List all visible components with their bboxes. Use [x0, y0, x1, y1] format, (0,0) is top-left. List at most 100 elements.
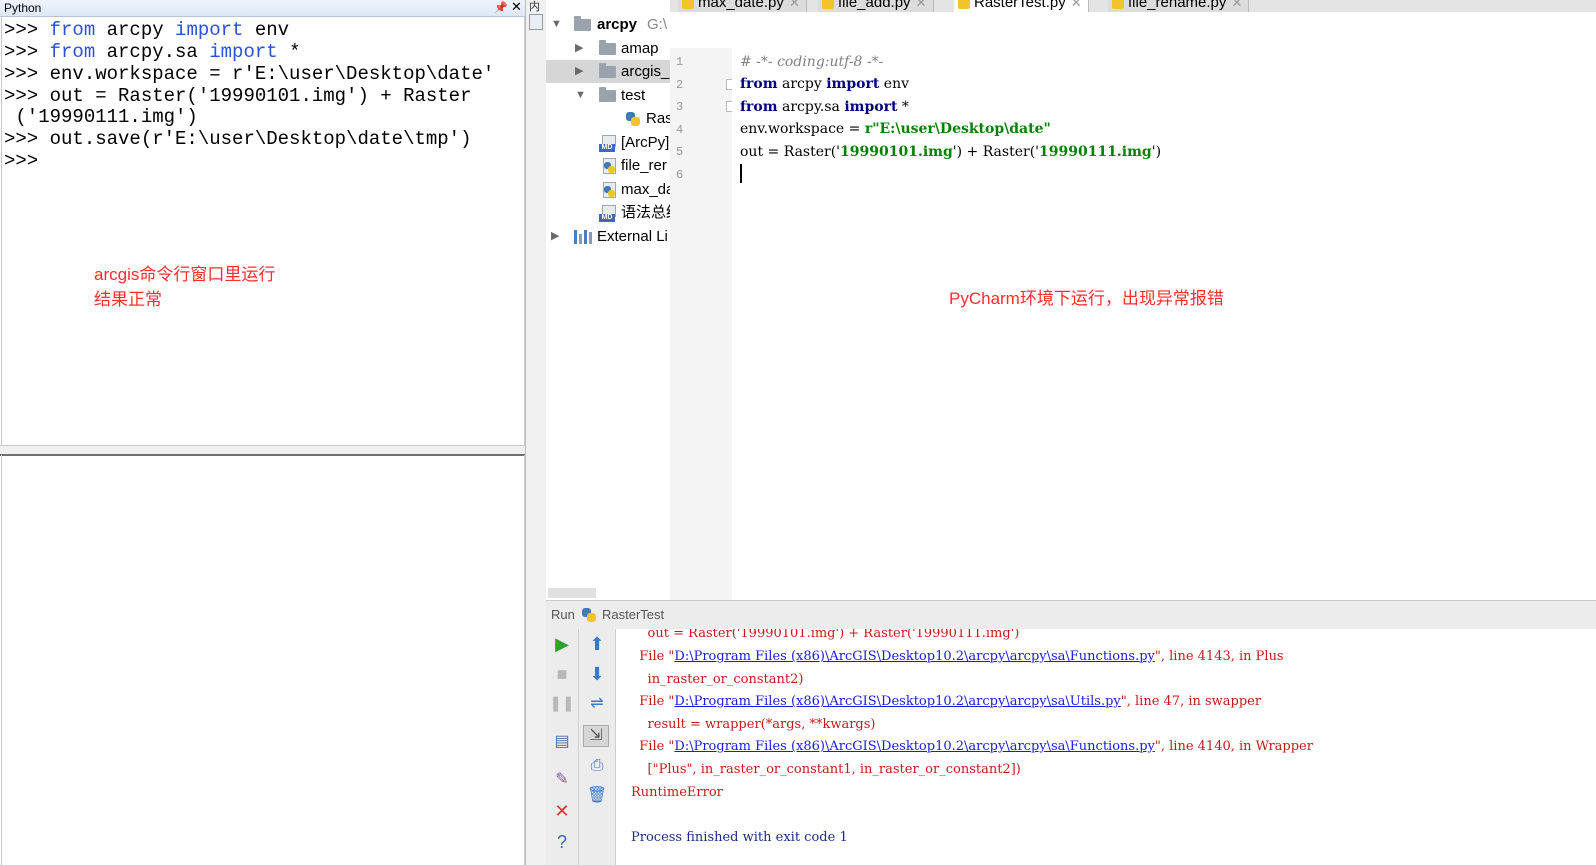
tree-item-syntax-summary[interactable]: MD 语法总结 — [546, 201, 670, 224]
folder-icon — [599, 40, 616, 55]
code-line: from arcpy.sa import * — [740, 99, 909, 115]
trash-icon[interactable]: 🗑 — [583, 786, 611, 806]
run-label: Run — [551, 607, 575, 622]
tree-item-file-rename[interactable]: file_rer — [546, 154, 670, 177]
line-number: 1 — [676, 55, 684, 69]
output-line: out = Raster('19990101.img') + Raster('1… — [647, 629, 1020, 641]
tree-item-arcpy-md[interactable]: MD [ArcPy] — [546, 131, 670, 154]
code-line: out = Raster('19990101.img') + Raster('1… — [740, 144, 1162, 160]
soft-wrap-icon[interactable]: ⇌ — [583, 694, 611, 714]
tab-file-add[interactable]: file_add.py ✕ — [818, 0, 934, 12]
output-line: in_raster_or_constant2) — [647, 672, 804, 687]
tab-file-rename[interactable]: file_rename.py ✕ — [1108, 0, 1250, 12]
project-tree: ▼ arcpy G:\ ▶ amap ▶ arcgis_ ▼ test Ras … — [546, 0, 671, 600]
run-toolbar-secondary: ⬆ ⬇ ⇌ ⇲ ⎙ 🗑 — [579, 629, 616, 865]
annotation-note: arcgis命令行窗口里运行 结果正常 — [94, 265, 276, 309]
file-link[interactable]: D:\Program Files (x86)\ArcGIS\Desktop10.… — [674, 649, 1154, 664]
arrow-up-icon[interactable]: ⬆ — [583, 634, 611, 654]
run-icon[interactable]: ▶ — [548, 634, 576, 654]
python-help-pane — [1, 455, 525, 865]
output-line: Process finished with exit code 1 — [631, 830, 848, 845]
output-line: File "D:\Program Files (x86)\ArcGIS\Desk… — [639, 739, 1313, 754]
console-line: >>> from arcpy.sa import * — [4, 41, 301, 63]
python-file-icon — [958, 0, 970, 9]
scroll-to-end-icon[interactable]: ⇲ — [583, 725, 609, 747]
output-line: File "D:\Program Files (x86)\ArcGIS\Desk… — [639, 694, 1262, 709]
python-run-config-icon — [581, 607, 597, 623]
close-icon[interactable]: ✕ — [511, 0, 522, 15]
output-line: result = wrapper(*args, **kwargs) — [647, 717, 876, 732]
pin-icon[interactable]: 📌 — [494, 0, 508, 16]
expand-right-icon[interactable]: ▶ — [575, 60, 583, 83]
close-tab-icon[interactable]: ✕ — [916, 0, 927, 12]
close-tab-icon[interactable]: ✕ — [1231, 0, 1242, 12]
markdown-file-icon: MD — [599, 135, 616, 152]
line-number: 4 — [676, 123, 684, 137]
output-line: File "D:\Program Files (x86)\ArcGIS\Desk… — [639, 649, 1284, 664]
catalog-icon[interactable] — [529, 14, 543, 30]
output-line: RuntimeError — [631, 785, 723, 800]
python-file-icon — [600, 182, 616, 198]
python-file-icon — [600, 158, 616, 174]
code-line: env.workspace = r"E:\user\Desktop\date" — [740, 121, 1051, 137]
folder-icon — [574, 16, 591, 31]
python-file-icon — [822, 0, 834, 9]
tree-item-arcgis[interactable]: ▶ arcgis_ — [546, 60, 670, 83]
code-line: from arcpy import env — [740, 76, 909, 92]
output-line: ["Plus", in_raster_or_constant1, in_rast… — [647, 762, 1021, 777]
close-tab-icon[interactable]: ✕ — [789, 0, 800, 12]
python-file-icon — [682, 0, 694, 9]
stop-icon[interactable]: ■ — [548, 664, 576, 684]
tree-item-arcpy[interactable]: ▼ arcpy G:\ — [546, 13, 670, 36]
expand-right-icon[interactable]: ▶ — [551, 225, 559, 248]
side-divider-strip: 内 — [525, 0, 547, 865]
help-icon[interactable]: ? — [548, 832, 576, 852]
code-editor[interactable]: # -*- coding:utf-8 -*- from arcpy import… — [732, 48, 1596, 600]
tree-scrollbar[interactable] — [548, 588, 596, 598]
console-line: >>> out.save(r'E:\user\Desktop\date\tmp'… — [4, 128, 472, 150]
divider-label: 内 — [529, 1, 540, 13]
tab-rastertest[interactable]: RasterTest.py ✕ — [954, 0, 1089, 12]
expand-down-icon[interactable]: ▼ — [575, 84, 586, 107]
run-console-output[interactable]: out = Raster('19990101.img') + Raster('1… — [616, 629, 1596, 865]
console-line: >>> — [4, 150, 39, 172]
python-file-icon — [1112, 0, 1124, 9]
pause-icon[interactable]: ❚❚ — [548, 694, 576, 714]
console-line: >>> env.workspace = r'E:\user\Desktop\da… — [4, 63, 495, 85]
text-caret — [740, 164, 742, 183]
tree-item-rastertest[interactable]: Ras — [546, 107, 670, 130]
tree-item-max-date[interactable]: max_da — [546, 178, 670, 201]
line-number: 2 — [676, 78, 684, 92]
tree-item-test[interactable]: ▼ test — [546, 84, 670, 107]
console-line: >>> out = Raster('19990101.img') + Raste… — [4, 85, 472, 107]
console-line: ('19990111.img') — [4, 106, 198, 128]
python-console[interactable]: >>> from arcpy import env >>> from arcpy… — [1, 17, 525, 445]
expand-right-icon[interactable]: ▶ — [575, 37, 583, 60]
library-icon — [574, 230, 592, 244]
pin-tab-icon[interactable]: ✎ — [548, 770, 576, 790]
python-file-icon — [625, 111, 641, 127]
run-config-name: RasterTest — [602, 607, 665, 622]
tree-item-external-libraries[interactable]: ▶ External Li — [546, 225, 670, 248]
layout-icon[interactable]: ▤ — [548, 732, 576, 752]
close-tab-icon[interactable]: ✕ — [1071, 0, 1082, 12]
line-number: 3 — [676, 100, 684, 114]
tree-item-amap[interactable]: ▶ amap — [546, 37, 670, 60]
console-line: >>> from arcpy import env — [4, 19, 290, 41]
expand-down-icon[interactable]: ▼ — [551, 13, 562, 36]
run-panel-header: Run RasterTest — [546, 600, 1596, 630]
folder-icon — [599, 87, 616, 102]
print-icon[interactable]: ⎙ — [583, 756, 611, 776]
annotation-note: PyCharm环境下运行，出现异常报错 — [949, 289, 1224, 308]
arrow-down-icon[interactable]: ⬇ — [583, 664, 611, 684]
markdown-file-icon: MD — [599, 205, 616, 222]
file-link[interactable]: D:\Program Files (x86)\ArcGIS\Desktop10.… — [674, 739, 1154, 754]
python-window-titlebar: Python 📌 ✕ — [0, 0, 525, 17]
python-window-title: Python — [4, 1, 42, 15]
arcgis-python-window: Python 📌 ✕ >>> from arcpy import env >>>… — [0, 0, 525, 865]
run-toolbar-primary: ▶ ■ ❚❚ ▤ ✎ ✕ ? — [546, 629, 579, 865]
tab-max-date[interactable]: max_date.py ✕ — [678, 0, 807, 12]
code-line: # -*- coding:utf-8 -*- — [740, 54, 884, 70]
close-icon[interactable]: ✕ — [548, 801, 576, 821]
file-link[interactable]: D:\Program Files (x86)\ArcGIS\Desktop10.… — [674, 694, 1120, 709]
